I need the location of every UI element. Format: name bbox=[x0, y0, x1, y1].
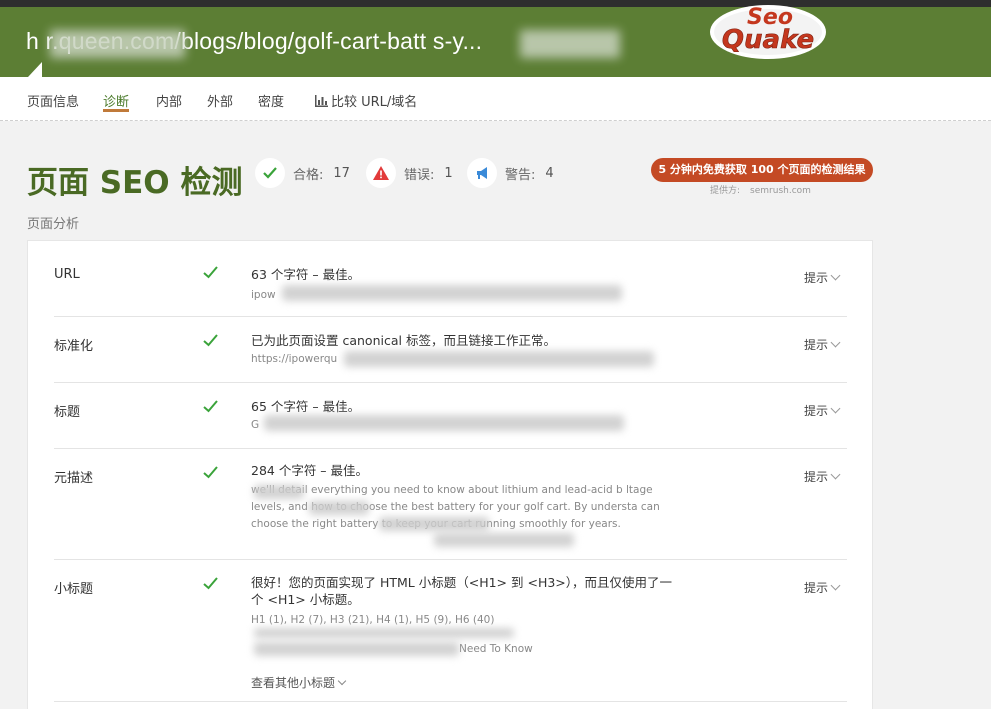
analysis-card: URL 63 个字符 – 最佳。 ipow 提示 标准化 已为此页面设置 can… bbox=[27, 240, 873, 709]
provider-link[interactable]: semrush.com bbox=[750, 186, 811, 196]
tab-nav: 页面信息 诊断 内部 外部 密度 比较 URL/域名 bbox=[0, 77, 991, 121]
seoquake-logo: Seo Quake bbox=[710, 5, 826, 59]
warning-stat: 警告: 4 bbox=[467, 158, 554, 188]
pass-stat: 合格: 17 bbox=[255, 158, 350, 188]
heading-sample: Need To Know bbox=[459, 643, 533, 655]
hint-label: 提示 bbox=[804, 404, 829, 418]
error-label: 错误: bbox=[404, 167, 435, 183]
chevron-down-icon bbox=[830, 337, 841, 348]
redaction bbox=[344, 351, 654, 367]
free-check-button[interactable]: 5 分钟内免费获取 100 个页面的检测结果 bbox=[651, 158, 873, 182]
row-headings: 小标题 很好！您的页面实现了 HTML 小标题（<H1> 到 <H3>），而且仅… bbox=[54, 560, 847, 702]
row-meta-description: 元描述 284 个字符 – 最佳。 we'll detail everythin… bbox=[54, 449, 847, 560]
chevron-down-icon bbox=[337, 676, 347, 686]
row-result: 284 个字符 – 最佳。 bbox=[251, 463, 369, 478]
more-headings-link[interactable]: 查看其他小标题 bbox=[251, 674, 347, 691]
header-top-strip bbox=[0, 0, 991, 7]
chevron-down-icon bbox=[830, 270, 841, 281]
redaction bbox=[309, 501, 369, 515]
hint-label: 提示 bbox=[804, 271, 829, 285]
megaphone-icon bbox=[467, 158, 497, 188]
tab-compare[interactable]: 比较 URL/域名 bbox=[315, 91, 417, 110]
row-result: 65 个字符 – 最佳。 bbox=[251, 399, 361, 414]
row-label: 标题 bbox=[54, 405, 81, 420]
provider-label: 提供方: bbox=[710, 186, 741, 196]
error-stat: 错误: 1 bbox=[366, 158, 453, 188]
check-icon bbox=[255, 158, 285, 188]
redaction bbox=[379, 517, 489, 531]
redaction bbox=[254, 642, 459, 656]
row-label: 元描述 bbox=[54, 471, 94, 486]
pass-label: 合格: bbox=[293, 167, 324, 183]
check-icon bbox=[203, 577, 218, 590]
redaction bbox=[254, 628, 514, 638]
header-notch bbox=[28, 62, 42, 77]
tab-page-info[interactable]: 页面信息 bbox=[27, 91, 79, 110]
chevron-down-icon bbox=[830, 403, 841, 414]
bar-chart-icon bbox=[315, 95, 328, 107]
url-redaction bbox=[50, 30, 185, 58]
provider-line: 提供方: semrush.com bbox=[710, 183, 811, 196]
row-label: URL bbox=[54, 267, 80, 282]
hint-label: 提示 bbox=[804, 470, 829, 484]
warning-count: 4 bbox=[545, 165, 554, 181]
check-icon bbox=[203, 466, 218, 479]
active-tab-underline bbox=[103, 109, 129, 112]
redaction bbox=[282, 285, 622, 301]
tab-diagnosis[interactable]: 诊断 bbox=[103, 91, 129, 110]
page-title: 页面 SEO 检测 bbox=[27, 165, 243, 201]
row-title: 标题 65 个字符 – 最佳。 G 提示 bbox=[54, 383, 847, 449]
hint-label: 提示 bbox=[804, 338, 829, 352]
row-result: 很好！您的页面实现了 HTML 小标题（<H1> 到 <H3>），而且仅使用了一… bbox=[251, 575, 673, 607]
tab-density[interactable]: 密度 bbox=[258, 91, 284, 110]
section-label: 页面分析 bbox=[27, 217, 80, 232]
chevron-down-icon bbox=[830, 469, 841, 480]
tab-external[interactable]: 外部 bbox=[207, 91, 233, 110]
redaction bbox=[434, 533, 574, 547]
row-label: 小标题 bbox=[54, 582, 94, 597]
row-detail: H1 (1), H2 (7), H3 (21), H4 (1), H5 (9),… bbox=[251, 614, 495, 626]
chevron-down-icon bbox=[830, 580, 841, 591]
hint-toggle[interactable]: 提示 bbox=[804, 402, 841, 419]
tab-internal[interactable]: 内部 bbox=[156, 91, 182, 110]
row-result: 63 个字符 – 最佳。 bbox=[251, 267, 361, 282]
hint-toggle[interactable]: 提示 bbox=[804, 269, 841, 286]
error-count: 1 bbox=[444, 165, 453, 181]
url-redaction bbox=[520, 30, 620, 58]
top-header: h r.queen.com/blogs/blog/golf-cart-batt … bbox=[0, 0, 991, 77]
svg-text:Quake: Quake bbox=[722, 25, 814, 55]
check-icon bbox=[203, 334, 218, 347]
redaction bbox=[264, 415, 624, 431]
redaction bbox=[254, 485, 304, 499]
warning-triangle-icon bbox=[366, 158, 396, 188]
pass-count: 17 bbox=[333, 165, 350, 181]
warning-label: 警告: bbox=[505, 167, 536, 183]
tab-compare-label: 比较 URL/域名 bbox=[331, 95, 418, 110]
check-icon bbox=[203, 400, 218, 413]
row-result: 已为此页面设置 canonical 标签，而且链接工作正常。 bbox=[251, 333, 556, 348]
check-icon bbox=[203, 266, 218, 279]
row-url: URL 63 个字符 – 最佳。 ipow 提示 bbox=[54, 241, 847, 317]
row-label: 标准化 bbox=[54, 339, 94, 354]
hint-label: 提示 bbox=[804, 581, 829, 595]
more-headings-label: 查看其他小标题 bbox=[251, 676, 336, 690]
row-canonical: 标准化 已为此页面设置 canonical 标签，而且链接工作正常。 https… bbox=[54, 317, 847, 383]
hint-toggle[interactable]: 提示 bbox=[804, 468, 841, 485]
hint-toggle[interactable]: 提示 bbox=[804, 336, 841, 353]
hint-toggle[interactable]: 提示 bbox=[804, 579, 841, 596]
